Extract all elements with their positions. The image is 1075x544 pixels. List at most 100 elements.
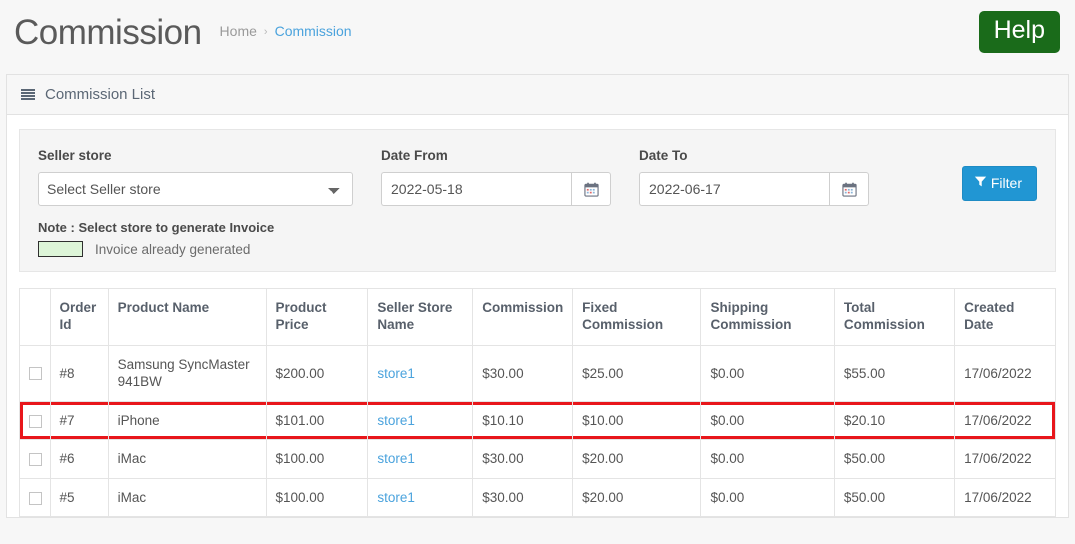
cell-order-id: #6 xyxy=(49,439,109,479)
page-header: Commission Home › Commission Help xyxy=(0,0,1075,64)
table-row: #7 iPhone $101.00 store1 $10.10 $10.00 $0.00 $2… xyxy=(19,400,1056,441)
cell-product-name: Samsung SyncMaster 941BW xyxy=(107,344,267,402)
row-checkbox[interactable] xyxy=(29,453,42,467)
cell-shipping-commission: $0.00 xyxy=(700,439,835,479)
cell-seller-store-name: store1 xyxy=(367,400,474,441)
cell-shipping-commission: $0.00 xyxy=(700,344,835,402)
cell-product-price: $101.00 xyxy=(265,400,369,441)
filter-panel: Seller store Select Seller store Date Fr… xyxy=(19,129,1056,272)
cell-product-price: $100.00 xyxy=(265,439,369,479)
date-to-field-group: Date To xyxy=(639,148,869,206)
column-header-created-date: Created Date xyxy=(954,288,1056,346)
date-from-input[interactable] xyxy=(381,172,571,206)
cell-product-price: $100.00 xyxy=(265,477,369,518)
commission-table-wrapper: Order Id Product Name Product Price Sell… xyxy=(19,288,1056,518)
cell-commission: $30.00 xyxy=(472,439,574,479)
row-checkbox[interactable] xyxy=(29,491,42,505)
column-header-fixed-commission: Fixed Commission xyxy=(572,288,702,346)
date-from-label: Date From xyxy=(381,148,448,163)
cell-shipping-commission: $0.00 xyxy=(700,477,835,518)
legend-label: Invoice already generated xyxy=(95,241,251,257)
cell-commission: $30.00 xyxy=(472,344,574,402)
breadcrumb-separator-icon: › xyxy=(263,25,268,38)
column-header-order-id: Order Id xyxy=(49,288,109,346)
column-header-total-commission: Total Commission xyxy=(833,288,956,346)
seller-store-link[interactable]: store1 xyxy=(377,413,415,428)
date-to-input-group xyxy=(639,172,869,206)
cell-order-id: #5 xyxy=(49,477,109,518)
cell-created-date: 17/06/2022 xyxy=(954,439,1056,479)
cell-created-date: 17/06/2022 xyxy=(954,344,1056,402)
filter-note: Note : Select store to generate Invoice xyxy=(38,220,275,235)
cell-shipping-commission: $0.00 xyxy=(700,400,835,441)
cell-total-commission: $55.00 xyxy=(833,344,956,402)
table-header: Order Id Product Name Product Price Sell… xyxy=(19,288,1056,346)
table-row: #6 iMac $100.00 store1 $30.00 $20.00 $0.00 $50.… xyxy=(19,439,1056,479)
cell-created-date: 17/06/2022 xyxy=(954,477,1056,518)
cell-product-name: iMac xyxy=(107,477,267,518)
cell-seller-store-name: store1 xyxy=(367,477,474,518)
seller-store-select[interactable]: Select Seller store xyxy=(38,172,353,206)
cell-fixed-commission: $20.00 xyxy=(572,477,702,518)
list-icon xyxy=(21,88,35,101)
commission-panel: Commission List Seller store Select Sell… xyxy=(6,74,1069,519)
breadcrumb-home[interactable]: Home xyxy=(220,23,257,39)
cell-product-name: iPhone xyxy=(107,400,267,441)
cell-commission: $10.10 xyxy=(472,400,574,441)
cell-fixed-commission: $25.00 xyxy=(572,344,702,402)
filter-row: Seller store Select Seller store Date Fr… xyxy=(38,148,1037,206)
row-checkbox[interactable] xyxy=(29,414,42,428)
date-from-input-group xyxy=(381,172,611,206)
cell-product-price: $200.00 xyxy=(265,344,369,402)
column-header-product-name: Product Name xyxy=(107,288,267,346)
column-header-seller-store-name: Seller Store Name xyxy=(367,288,474,346)
date-from-calendar-icon[interactable] xyxy=(571,172,611,206)
filter-button-label: Filter xyxy=(990,175,1022,191)
seller-store-link[interactable]: store1 xyxy=(377,451,415,466)
table-row: #5 iMac $100.00 store1 $30.00 $20.00 $0.00 $50.… xyxy=(19,477,1056,518)
column-header-product-price: Product Price xyxy=(265,288,369,346)
cell-seller-store-name: store1 xyxy=(367,344,474,402)
seller-store-link[interactable]: store1 xyxy=(377,490,415,505)
row-checkbox[interactable] xyxy=(29,367,42,381)
cell-created-date: 17/06/2022 xyxy=(954,400,1056,441)
cell-order-id: #8 xyxy=(49,344,109,402)
panel-heading-label: Commission List xyxy=(45,86,156,103)
cell-fixed-commission: $20.00 xyxy=(572,439,702,479)
column-header-select xyxy=(19,288,51,346)
page-title: Commission xyxy=(14,12,202,52)
cell-product-name: iMac xyxy=(107,439,267,479)
cell-seller-store-name: store1 xyxy=(367,439,474,479)
cell-order-id: #7 xyxy=(49,400,109,441)
legend-swatch xyxy=(38,241,83,257)
cell-total-commission: $50.00 xyxy=(833,477,956,518)
row-select-cell xyxy=(19,477,51,518)
column-header-commission: Commission xyxy=(472,288,574,346)
legend: Invoice already generated xyxy=(38,241,1037,257)
commission-table: Order Id Product Name Product Price Sell… xyxy=(19,288,1056,518)
cell-total-commission: $20.10 xyxy=(833,400,956,441)
seller-store-label: Seller store xyxy=(38,148,112,163)
cell-commission: $30.00 xyxy=(472,477,574,518)
row-select-cell xyxy=(19,400,51,441)
cell-total-commission: $50.00 xyxy=(833,439,956,479)
date-to-label: Date To xyxy=(639,148,688,163)
breadcrumb-current[interactable]: Commission xyxy=(275,23,352,39)
row-select-cell xyxy=(19,439,51,479)
panel-header: Commission List xyxy=(7,75,1068,115)
date-to-calendar-icon[interactable] xyxy=(829,172,869,206)
help-button[interactable]: Help xyxy=(978,11,1060,53)
seller-store-link[interactable]: store1 xyxy=(377,366,415,381)
table-row: #8 Samsung SyncMaster 941BW $200.00 store1 $… xyxy=(19,344,1056,402)
breadcrumb: Home › Commission xyxy=(220,23,352,42)
filter-button[interactable]: Filter xyxy=(961,166,1037,201)
date-to-input[interactable] xyxy=(639,172,829,206)
table-header-row: Order Id Product Name Product Price Sell… xyxy=(19,288,1056,346)
column-header-shipping-commission: Shipping Commission xyxy=(700,288,835,346)
table-body: #8 Samsung SyncMaster 941BW $200.00 store1 $… xyxy=(19,344,1056,518)
row-select-cell xyxy=(19,344,51,402)
seller-store-field-group: Seller store Select Seller store xyxy=(38,148,353,206)
panel-body: Seller store Select Seller store Date Fr… xyxy=(7,115,1068,518)
cell-fixed-commission: $10.00 xyxy=(572,400,702,441)
date-from-field-group: Date From xyxy=(381,148,611,206)
